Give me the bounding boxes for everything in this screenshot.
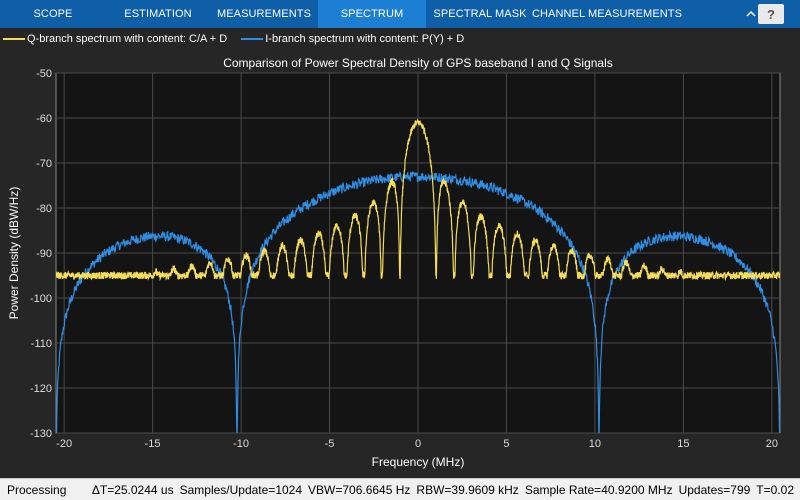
- status-samples-per-update: Samples/Update=1024: [179, 482, 303, 497]
- status-sample-rate: Sample Rate=40.9200 MHz: [524, 482, 673, 497]
- x-tick-label: 0: [415, 438, 421, 450]
- x-tick-label: -10: [233, 438, 249, 450]
- x-tick-label: 10: [589, 438, 601, 450]
- x-axis-label: Frequency (MHz): [372, 455, 465, 469]
- legend-item-q-branch[interactable]: Q-branch spectrum with content: C/A + D: [3, 33, 227, 45]
- y-tick-label: -50: [36, 68, 52, 80]
- status-updates: Updates=799: [678, 482, 751, 497]
- status-bar: Processing ΔT=25.0244 us Samples/Update=…: [0, 478, 800, 500]
- spectrum-analyzer-window: SCOPE ESTIMATION MEASUREMENTS SPECTRUM S…: [0, 0, 800, 500]
- tab-spectrum[interactable]: SPECTRUM: [318, 0, 426, 28]
- y-axis-label: Power Density (dBW/Hz): [7, 187, 21, 320]
- status-state: Processing: [7, 482, 67, 497]
- spectrum-plot[interactable]: -50-60-70-80-90-100-110-120-130 -20 -15 -1…: [0, 50, 800, 478]
- status-rbw: RBW=39.9609 kHz: [416, 482, 519, 497]
- legend-label-q-branch: Q-branch spectrum with content: C/A + D: [27, 33, 228, 45]
- y-tick-label: -130: [30, 428, 52, 440]
- legend-swatch-q-branch: [3, 38, 25, 40]
- legend: Q-branch spectrum with content: C/A + D …: [0, 28, 800, 50]
- y-tick-label: -70: [36, 158, 52, 170]
- y-tick-label: -60: [36, 113, 52, 125]
- chart-title: Comparison of Power Spectral Density of …: [223, 56, 613, 70]
- toolstrip-tabs: SCOPE ESTIMATION MEASUREMENTS SPECTRUM S…: [0, 0, 800, 28]
- status-delta-t: ΔT=25.0244 us: [91, 482, 174, 497]
- status-time: T=0.02: [756, 482, 794, 497]
- y-tick-label: -120: [30, 383, 52, 395]
- x-tick-label: 20: [766, 438, 778, 450]
- tab-spectral-mask[interactable]: SPECTRAL MASK: [426, 0, 534, 28]
- x-tick-label: 15: [677, 438, 689, 450]
- tab-measurements[interactable]: MEASUREMENTS: [210, 0, 318, 28]
- status-vbw: VBW=706.6645 Hz: [308, 482, 411, 497]
- x-tick-label: -20: [56, 438, 72, 450]
- tab-estimation[interactable]: ESTIMATION: [106, 0, 210, 28]
- x-tick-label: -15: [145, 438, 161, 450]
- y-tick-label: -110: [31, 338, 52, 350]
- y-tick-label: -100: [30, 293, 52, 305]
- x-tick-label: -5: [325, 438, 335, 450]
- legend-label-i-branch: I-branch spectrum with content: P(Y) + D: [265, 33, 465, 45]
- x-tick-label: 5: [503, 438, 509, 450]
- help-button[interactable]: ?: [758, 4, 784, 24]
- legend-item-i-branch[interactable]: I-branch spectrum with content: P(Y) + D: [241, 33, 464, 45]
- y-tick-label: -80: [36, 203, 52, 215]
- chevron-up-icon[interactable]: [745, 7, 757, 21]
- legend-swatch-i-branch: [241, 38, 264, 40]
- tab-channel-measurements[interactable]: CHANNEL MEASUREMENTS: [532, 0, 682, 28]
- tab-scope[interactable]: SCOPE: [0, 0, 106, 28]
- y-tick-label: -90: [36, 248, 52, 260]
